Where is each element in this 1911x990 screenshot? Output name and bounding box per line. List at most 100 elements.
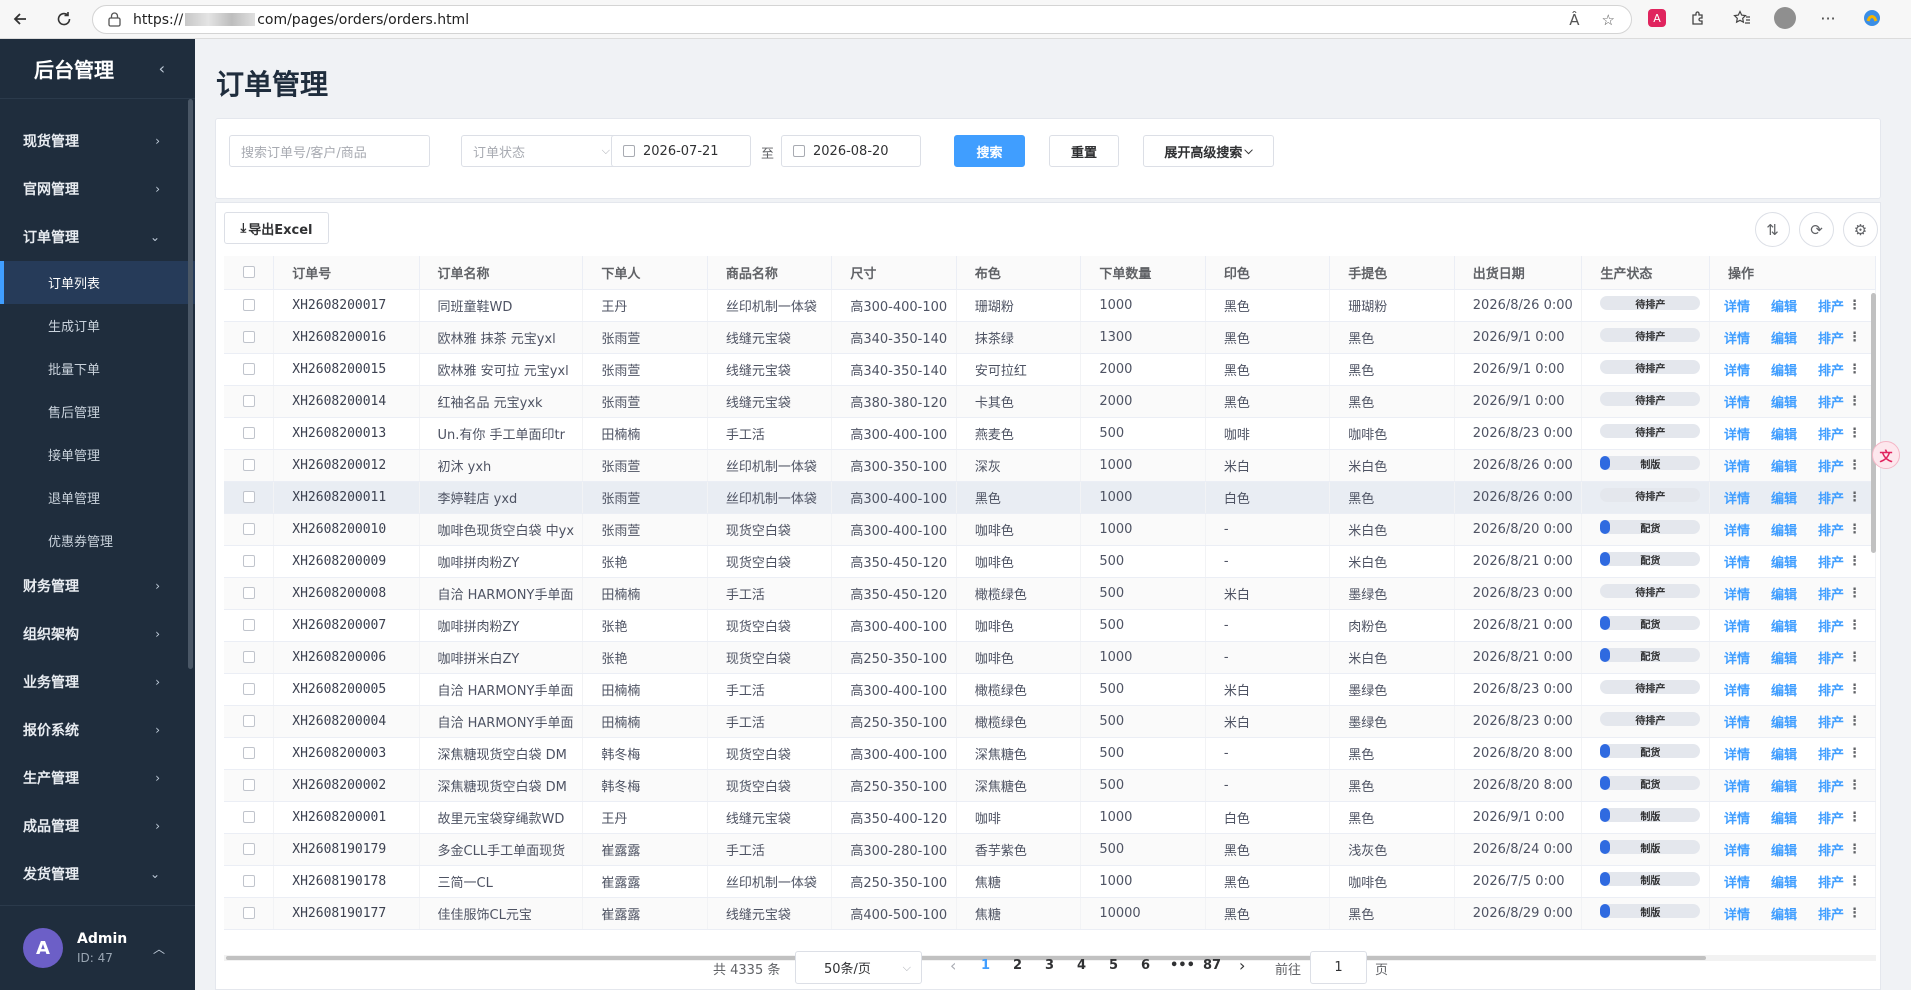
details-link[interactable]: 详情 [1724,556,1750,571]
row-checkbox[interactable] [224,289,275,322]
details-link[interactable]: 详情 [1724,716,1750,731]
table-row[interactable]: XH2608200016 欧林雅 抹茶 元宝yxl 张雨萱 线缝元宝袋 高340-350… [224,321,1877,354]
checkbox[interactable] [242,363,255,375]
details-link[interactable]: 详情 [1724,300,1750,315]
more-pages-icon[interactable]: ••• [1170,958,1195,973]
submenu-item-accept-orders[interactable]: 接单管理 [0,433,195,476]
table-row[interactable]: XH2608200012 初沐 yxh 张雨萱 丝印机制一体袋 高300-350-100… [224,449,1877,482]
details-link[interactable]: 详情 [1724,844,1750,859]
more-actions-icon[interactable]: ⋮ [1848,906,1861,921]
edit-link[interactable]: 编辑 [1771,780,1797,795]
sidebar-scrollbar[interactable] [188,99,193,669]
checkbox[interactable] [242,331,255,343]
prev-page-icon[interactable]: ‹ [950,956,956,975]
edit-link[interactable]: 编辑 [1771,332,1797,347]
edit-link[interactable]: 编辑 [1771,716,1797,731]
column-header[interactable]: 印色 [1205,256,1331,290]
read-aloud-icon[interactable]: Â [1569,11,1579,29]
row-checkbox[interactable] [224,417,275,450]
checkbox[interactable] [242,683,255,695]
edit-link[interactable]: 编辑 [1771,908,1797,923]
menu-item-organization[interactable]: 组织架构 › [0,610,195,658]
submenu-item-batch-order[interactable]: 批量下单 [0,347,195,390]
schedule-link[interactable]: 排产 [1818,460,1844,475]
puzzle-extensions-icon[interactable] [1686,6,1710,30]
row-checkbox[interactable] [224,577,275,610]
details-link[interactable]: 详情 [1724,588,1750,603]
details-link[interactable]: 详情 [1724,428,1750,443]
page-number[interactable]: 4 [1077,958,1086,973]
page-number[interactable]: 87 [1203,958,1221,973]
page-number[interactable]: 2 [1013,958,1022,973]
column-header[interactable]: 布色 [956,256,1082,290]
checkbox[interactable] [242,587,255,599]
edit-link[interactable]: 编辑 [1771,588,1797,603]
more-actions-icon[interactable]: ⋮ [1848,298,1861,313]
more-actions-icon[interactable]: ⋮ [1848,394,1861,409]
more-actions-icon[interactable]: ⋮ [1848,362,1861,377]
search-input[interactable]: 搜索订单号/客户/商品 [229,135,430,167]
select-all-checkbox[interactable] [224,256,275,290]
row-checkbox[interactable] [224,385,275,418]
table-vertical-scrollbar[interactable] [1871,293,1876,553]
schedule-link[interactable]: 排产 [1818,652,1844,667]
edit-link[interactable]: 编辑 [1771,300,1797,315]
address-bar[interactable]: https:// com/pages/orders/orders.html Â… [92,5,1632,34]
favorite-star-icon[interactable]: ☆ [1602,11,1615,29]
next-page-icon[interactable]: › [1239,956,1245,975]
translate-extension-icon[interactable]: A [1648,9,1666,27]
column-header[interactable]: 订单名称 [419,256,584,290]
column-header[interactable]: 订单号 [273,256,420,290]
edit-link[interactable]: 编辑 [1771,684,1797,699]
checkbox[interactable] [242,747,255,759]
edit-link[interactable]: 编辑 [1771,396,1797,411]
more-actions-icon[interactable]: ⋮ [1848,490,1861,505]
page-number[interactable]: 1 [981,958,990,973]
page-number[interactable]: 3 [1045,958,1054,973]
reset-button[interactable]: 重置 [1049,135,1119,167]
edit-link[interactable]: 编辑 [1771,524,1797,539]
submenu-item-after-sales[interactable]: 售后管理 [0,390,195,433]
schedule-link[interactable]: 排产 [1818,620,1844,635]
table-row[interactable]: XH2608200003 深焦糖现货空白袋 DM 韩冬梅 现货空白袋 高300-400-… [224,737,1877,770]
collapse-sidebar-icon[interactable]: ‹ [159,59,165,78]
edit-link[interactable]: 编辑 [1771,876,1797,891]
table-row[interactable]: XH2608200017 同班童鞋WD 王丹 丝印机制一体袋 高300-400-100 珊… [224,289,1877,322]
details-link[interactable]: 详情 [1724,684,1750,699]
edit-link[interactable]: 编辑 [1771,812,1797,827]
row-checkbox[interactable] [224,769,275,802]
more-actions-icon[interactable]: ⋮ [1848,522,1861,537]
details-link[interactable]: 详情 [1724,876,1750,891]
row-checkbox[interactable] [224,865,275,898]
checkbox[interactable] [242,523,255,535]
menu-item-quotation[interactable]: 报价系统 › [0,706,195,754]
schedule-link[interactable]: 排产 [1818,300,1844,315]
schedule-link[interactable]: 排产 [1818,908,1844,923]
checkbox[interactable] [242,395,255,407]
more-actions-icon[interactable]: ⋮ [1848,586,1861,601]
more-actions-icon[interactable]: ⋮ [1848,650,1861,665]
table-row[interactable]: XH2608200004 自洽 HARMONY手单面 田楠楠 手工活 高250-350-… [224,705,1877,738]
edit-link[interactable]: 编辑 [1771,492,1797,507]
menu-item-finance[interactable]: 财务管理 › [0,562,195,610]
menu-item-shipping[interactable]: 发货管理 ⌄ [0,850,195,898]
column-header[interactable]: 出货日期 [1454,256,1583,290]
schedule-link[interactable]: 排产 [1818,428,1844,443]
row-checkbox[interactable] [224,897,275,930]
checkbox[interactable] [242,811,255,823]
row-checkbox[interactable] [224,673,275,706]
details-link[interactable]: 详情 [1724,620,1750,635]
more-actions-icon[interactable]: ⋮ [1848,618,1861,633]
page-size-select[interactable]: 50条/页 ⌵ [795,951,922,984]
more-actions-icon[interactable]: ⋮ [1848,458,1861,473]
chevron-up-icon[interactable]: ︿ [153,940,165,957]
column-header[interactable]: 下单数量 [1080,256,1206,290]
more-actions-icon[interactable]: ⋮ [1848,330,1861,345]
page-number[interactable]: 6 [1141,958,1150,973]
row-checkbox[interactable] [224,801,275,834]
details-link[interactable]: 详情 [1724,748,1750,763]
schedule-link[interactable]: 排产 [1818,812,1844,827]
checkbox[interactable] [242,651,255,663]
row-checkbox[interactable] [224,449,275,482]
user-panel[interactable]: A Admin ID: 47 ︿ [0,905,195,990]
